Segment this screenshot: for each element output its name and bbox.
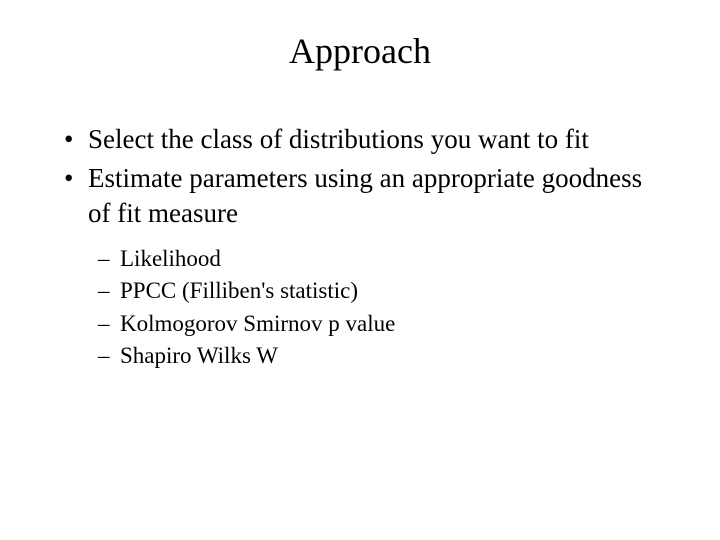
main-bullet-list: • Select the class of distributions you … bbox=[60, 122, 660, 231]
dash-text: Shapiro Wilks W bbox=[120, 343, 278, 368]
bullet-text: Select the class of distributions you wa… bbox=[88, 124, 589, 154]
slide-title: Approach bbox=[60, 30, 660, 72]
dash-marker: – bbox=[98, 275, 110, 307]
dash-item: – Shapiro Wilks W bbox=[60, 340, 660, 372]
dash-item: – PPCC (Filliben's statistic) bbox=[60, 275, 660, 307]
dash-item: – Likelihood bbox=[60, 243, 660, 275]
bullet-marker: • bbox=[64, 161, 73, 196]
dash-text: Likelihood bbox=[120, 246, 221, 271]
dash-text: PPCC (Filliben's statistic) bbox=[120, 278, 358, 303]
bullet-text: Estimate parameters using an appropriate… bbox=[88, 163, 642, 228]
dash-marker: – bbox=[98, 243, 110, 275]
bullet-item: • Select the class of distributions you … bbox=[60, 122, 660, 157]
dash-marker: – bbox=[98, 308, 110, 340]
dash-marker: – bbox=[98, 340, 110, 372]
dash-item: – Kolmogorov Smirnov p value bbox=[60, 308, 660, 340]
bullet-marker: • bbox=[64, 122, 73, 157]
sub-dash-list: – Likelihood – PPCC (Filliben's statisti… bbox=[60, 243, 660, 372]
bullet-item: • Estimate parameters using an appropria… bbox=[60, 161, 660, 231]
dash-text: Kolmogorov Smirnov p value bbox=[120, 311, 395, 336]
